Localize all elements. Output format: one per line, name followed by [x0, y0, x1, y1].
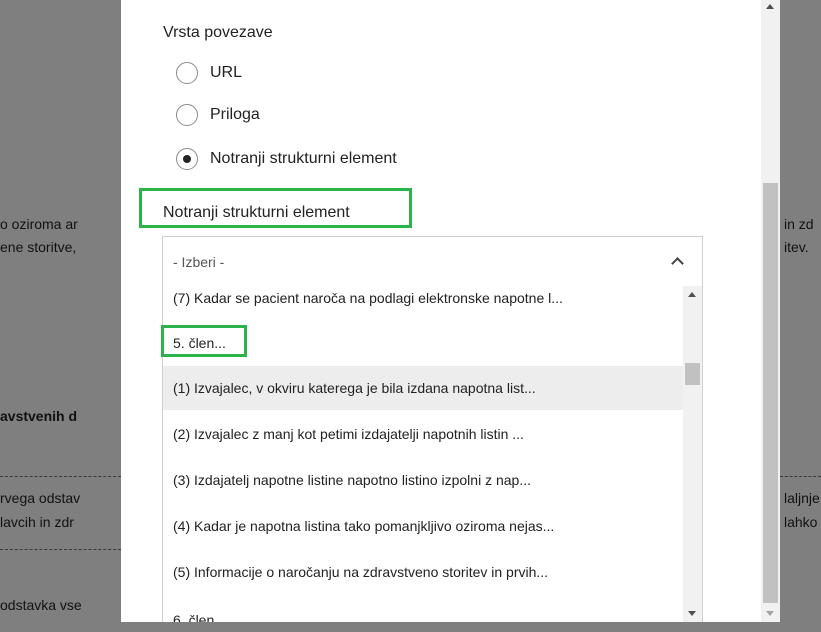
select-option[interactable]: (4) Kadar je napotna listina tako pomanj…: [163, 504, 683, 548]
radio-circle-icon: [176, 62, 198, 84]
bg-text-line: laljnje: [784, 490, 820, 506]
scroll-down-arrow-icon[interactable]: [688, 611, 696, 616]
radio-url[interactable]: URL: [176, 62, 242, 84]
select-option[interactable]: (1) Izvajalec, v okviru katerega je bila…: [163, 366, 683, 410]
scroll-up-arrow-icon[interactable]: [766, 4, 774, 9]
bg-divider: [0, 476, 121, 477]
radio-label: URL: [210, 64, 243, 81]
bg-text-line: o oziroma ar: [0, 216, 78, 232]
bg-text-line: ene storitve,: [0, 239, 77, 255]
bg-text-line: lavcih in zdr: [0, 514, 74, 530]
radio-internal-element[interactable]: Notranji strukturni element: [176, 148, 397, 170]
scroll-thumb[interactable]: [763, 183, 778, 603]
scroll-thumb[interactable]: [685, 363, 700, 385]
list-scrollbar[interactable]: [683, 286, 702, 622]
select-option[interactable]: (2) Izvajalec z manj kot petimi izdajate…: [163, 412, 683, 456]
radio-label: Priloga: [210, 106, 260, 123]
radio-circle-icon: [176, 104, 198, 126]
select-option[interactable]: (3) Izdajatelj napotne listine napotno l…: [163, 458, 683, 502]
chevron-up-icon: [671, 257, 684, 270]
highlight-box: [161, 325, 247, 357]
select-option[interactable]: 6. člen...: [163, 598, 683, 622]
radio-label: Notranji strukturni element: [210, 150, 397, 167]
bg-divider: [0, 549, 121, 550]
bg-text-line: rvega odstav: [0, 490, 81, 506]
select-option[interactable]: (7) Kadar se pacient naroča na podlagi e…: [163, 286, 683, 320]
dialog-scrollbar[interactable]: [761, 0, 780, 622]
bg-text-line: itev.: [784, 239, 809, 255]
scroll-up-arrow-icon[interactable]: [688, 292, 696, 297]
bg-text-line: lahko: [784, 514, 818, 530]
bg-heading: avstvenih d: [0, 408, 78, 424]
select-option[interactable]: (5) Informacije o naročanju na zdravstve…: [163, 550, 683, 594]
bg-text-line: odstavka vse: [0, 597, 82, 613]
link-type-title: Vrsta povezave: [163, 24, 273, 41]
bg-text-line: in zd: [784, 216, 814, 232]
scroll-down-arrow-icon[interactable]: [766, 611, 774, 616]
select-value: - Izberi -: [173, 254, 225, 270]
internal-element-select[interactable]: - Izberi -: [162, 236, 703, 286]
link-dialog: Vrsta povezave URL Priloga Notranji stru…: [121, 0, 780, 622]
radio-attachment[interactable]: Priloga: [176, 104, 260, 126]
radio-checked-icon: [176, 148, 198, 170]
internal-element-label: Notranji strukturni element: [163, 204, 350, 221]
bg-divider: [780, 476, 821, 477]
